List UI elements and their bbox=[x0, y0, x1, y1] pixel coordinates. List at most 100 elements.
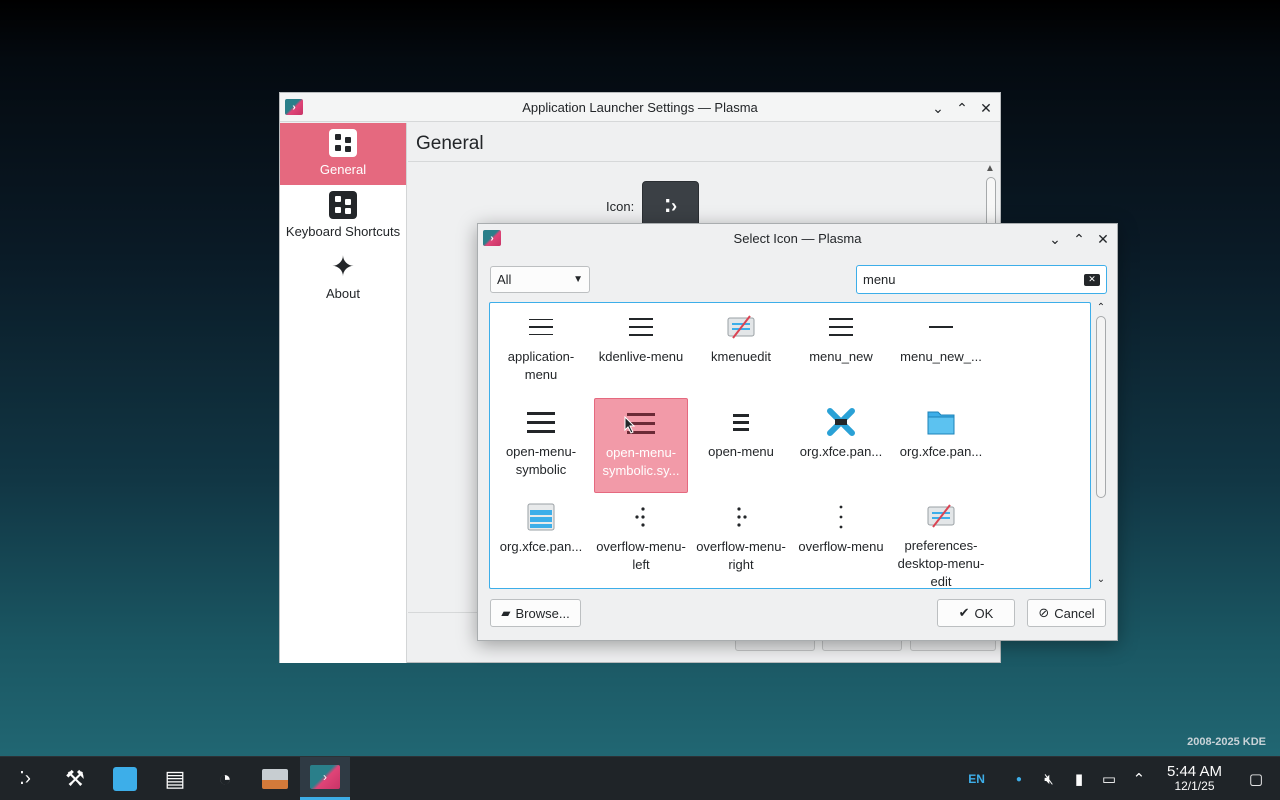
hamburger-small-icon bbox=[733, 413, 749, 431]
show-desktop-icon[interactable]: ▢ bbox=[1246, 770, 1266, 788]
volume-muted-icon[interactable]: 🔇︎ bbox=[1039, 771, 1059, 788]
icon-cell[interactable]: application-menu bbox=[494, 303, 588, 398]
xfce-panel-x-icon bbox=[827, 408, 855, 436]
close-icon[interactable]: ✕ bbox=[1093, 229, 1113, 249]
icon-grid: application-menu kdenlive-menu kmenuedit bbox=[489, 302, 1091, 589]
scrollbar-thumb[interactable] bbox=[1096, 316, 1106, 498]
hamburger-icon bbox=[829, 318, 853, 336]
chevron-up-icon[interactable]: ⌃ bbox=[1129, 770, 1149, 788]
icon-cell-label: open-menu bbox=[708, 444, 774, 459]
scroll-up-icon[interactable]: ▲ bbox=[985, 163, 995, 174]
icon-cell-label: org.xfce.pan... bbox=[499, 539, 583, 554]
icon-cell[interactable]: kdenlive-menu bbox=[594, 303, 688, 398]
clock[interactable]: 5:44 AM 12/1/25 bbox=[1167, 764, 1222, 794]
icon-cell[interactable]: org.xfce.pan... bbox=[794, 398, 888, 493]
icon-grid-scrollbar[interactable]: ⌃ ⌄ bbox=[1094, 302, 1108, 589]
maximize-icon[interactable]: ⌃ bbox=[1069, 229, 1089, 249]
hamburger-thin-icon bbox=[529, 318, 553, 336]
settings-window-title: Application Launcher Settings — Plasma bbox=[522, 99, 758, 115]
plasma-app-icon: › bbox=[483, 230, 501, 246]
search-field[interactable]: ✕ bbox=[856, 265, 1107, 294]
clear-search-icon[interactable]: ✕ bbox=[1084, 273, 1100, 286]
icon-cell-label: org.xfce.pan... bbox=[899, 444, 983, 459]
kde-watermark: 2008-2025 KDE bbox=[1187, 736, 1266, 748]
maximize-icon[interactable]: ⌃ bbox=[952, 98, 972, 118]
minimize-icon[interactable]: ⌄ bbox=[1045, 229, 1065, 249]
scroll-up-icon[interactable]: ⌃ bbox=[1094, 302, 1108, 313]
folder-icon bbox=[927, 411, 955, 435]
icon-cell-label: preferences-desktop-menu-edit bbox=[897, 537, 985, 588]
icon-cell-label: org.xfce.pan... bbox=[799, 444, 883, 459]
sidebar-item-about[interactable]: ✦ About bbox=[280, 247, 406, 309]
icon-cell-label: kmenuedit bbox=[711, 349, 771, 364]
icon-cell-label: overflow-menu bbox=[798, 539, 884, 554]
clock-time: 5:44 AM bbox=[1166, 763, 1222, 780]
sidebar-item-keyboard-shortcuts[interactable]: Keyboard Shortcuts bbox=[280, 185, 406, 247]
icon-cell[interactable]: open-menu-symbolic bbox=[494, 398, 588, 493]
network-icon[interactable]: ▭ bbox=[1099, 770, 1119, 788]
panel-stack-icon bbox=[527, 503, 555, 531]
ok-button[interactable]: ✔ OK bbox=[937, 599, 1015, 627]
system-monitor-icon[interactable]: ◔ bbox=[200, 757, 250, 800]
launcher-icon: ⁚› bbox=[664, 195, 678, 216]
system-tray: EN ● 🔇︎ ▮ ▭ ⌃ 5:44 AM 12/1/25 ▢ bbox=[968, 757, 1280, 800]
sidebar-item-label: About bbox=[326, 286, 360, 301]
single-line-icon bbox=[929, 326, 953, 328]
clock-date: 12/1/25 bbox=[1174, 779, 1215, 793]
icon-cell[interactable]: kmenuedit bbox=[694, 303, 788, 398]
icon-cell-label: open-menu-symbolic.sy... bbox=[602, 445, 680, 478]
icon-cell[interactable]: open-menu bbox=[694, 398, 788, 493]
usb-device-icon[interactable]: ▮ bbox=[1069, 770, 1089, 788]
keyboard-shortcuts-icon bbox=[329, 191, 357, 219]
dialog-title: Select Icon — Plasma bbox=[733, 230, 862, 246]
about-star-icon: ✦ bbox=[331, 251, 355, 282]
settings-titlebar[interactable]: › Application Launcher Settings — Plasma… bbox=[280, 93, 1000, 122]
mouse-cursor-icon bbox=[624, 416, 636, 434]
icon-cell[interactable]: overflow-menu-left bbox=[594, 493, 688, 588]
sidebar-item-label: Keyboard Shortcuts bbox=[285, 224, 401, 239]
sidebar-item-label: General bbox=[319, 162, 367, 177]
cancel-label: Cancel bbox=[1054, 605, 1095, 621]
icon-cell[interactable]: overflow-menu-right bbox=[694, 493, 788, 588]
system-settings-icon[interactable]: ⚒ bbox=[50, 757, 100, 800]
icon-cell[interactable]: preferences-desktop-menu-edit bbox=[894, 493, 988, 588]
icon-cell[interactable]: org.xfce.pan... bbox=[894, 398, 988, 493]
plasma-settings-icon[interactable]: › bbox=[300, 757, 350, 800]
plasma-app-icon: › bbox=[285, 99, 303, 115]
icon-cell-label: open-menu-symbolic bbox=[505, 444, 577, 477]
taskbar: ⁚› ⚒ ▤ ◔ › EN ● 🔇︎ ▮ ▭ ⌃ 5:44 AM 12/1/25… bbox=[0, 756, 1280, 800]
icon-cell[interactable]: overflow-menu bbox=[794, 493, 888, 588]
checkmark-icon: ✔ bbox=[958, 605, 970, 620]
chevron-down-icon: ▼ bbox=[573, 274, 583, 285]
keyboard-layout-indicator[interactable]: EN bbox=[968, 772, 985, 786]
kmenuedit-icon bbox=[727, 315, 755, 339]
icon-cell-label: overflow-menu-left bbox=[596, 539, 686, 572]
icon-cell-label: kdenlive-menu bbox=[598, 349, 684, 364]
icon-category-select[interactable]: All ▼ bbox=[490, 266, 590, 293]
scroll-down-icon[interactable]: ⌄ bbox=[1094, 574, 1108, 585]
icon-cell[interactable]: menu_new_... bbox=[894, 303, 988, 398]
discover-store-icon[interactable] bbox=[100, 757, 150, 800]
hamburger-icon bbox=[629, 318, 653, 336]
cancel-icon: ⊘ bbox=[1038, 605, 1050, 620]
browse-button[interactable]: ▰ Browse... bbox=[490, 599, 581, 627]
general-settings-icon bbox=[329, 129, 357, 157]
notification-dot-icon[interactable]: ● bbox=[1009, 774, 1029, 785]
icon-cell-selected[interactable]: open-menu-symbolic.sy... bbox=[594, 398, 688, 493]
minimize-icon[interactable]: ⌄ bbox=[928, 98, 948, 118]
file-manager-icon[interactable]: ▤ bbox=[150, 757, 200, 800]
icon-cell[interactable]: menu_new bbox=[794, 303, 888, 398]
search-input[interactable] bbox=[863, 272, 1084, 287]
ok-label: OK bbox=[974, 605, 994, 621]
cancel-button[interactable]: ⊘ Cancel bbox=[1027, 599, 1106, 627]
image-viewer-icon[interactable] bbox=[250, 757, 300, 800]
close-icon[interactable]: ✕ bbox=[976, 98, 996, 118]
icon-cell[interactable]: org.xfce.pan... bbox=[494, 493, 588, 588]
icon-cell-label: menu_new bbox=[809, 349, 873, 364]
icon-label: Icon: bbox=[606, 198, 635, 214]
application-launcher-icon[interactable]: ⁚› bbox=[0, 757, 50, 800]
dialog-titlebar[interactable]: › Select Icon — Plasma ⌄ ⌃ ✕ bbox=[478, 224, 1117, 252]
sidebar-item-general[interactable]: General bbox=[280, 123, 406, 185]
overflow-right-icon bbox=[737, 507, 747, 527]
icon-cell-label: overflow-menu-right bbox=[696, 539, 786, 572]
